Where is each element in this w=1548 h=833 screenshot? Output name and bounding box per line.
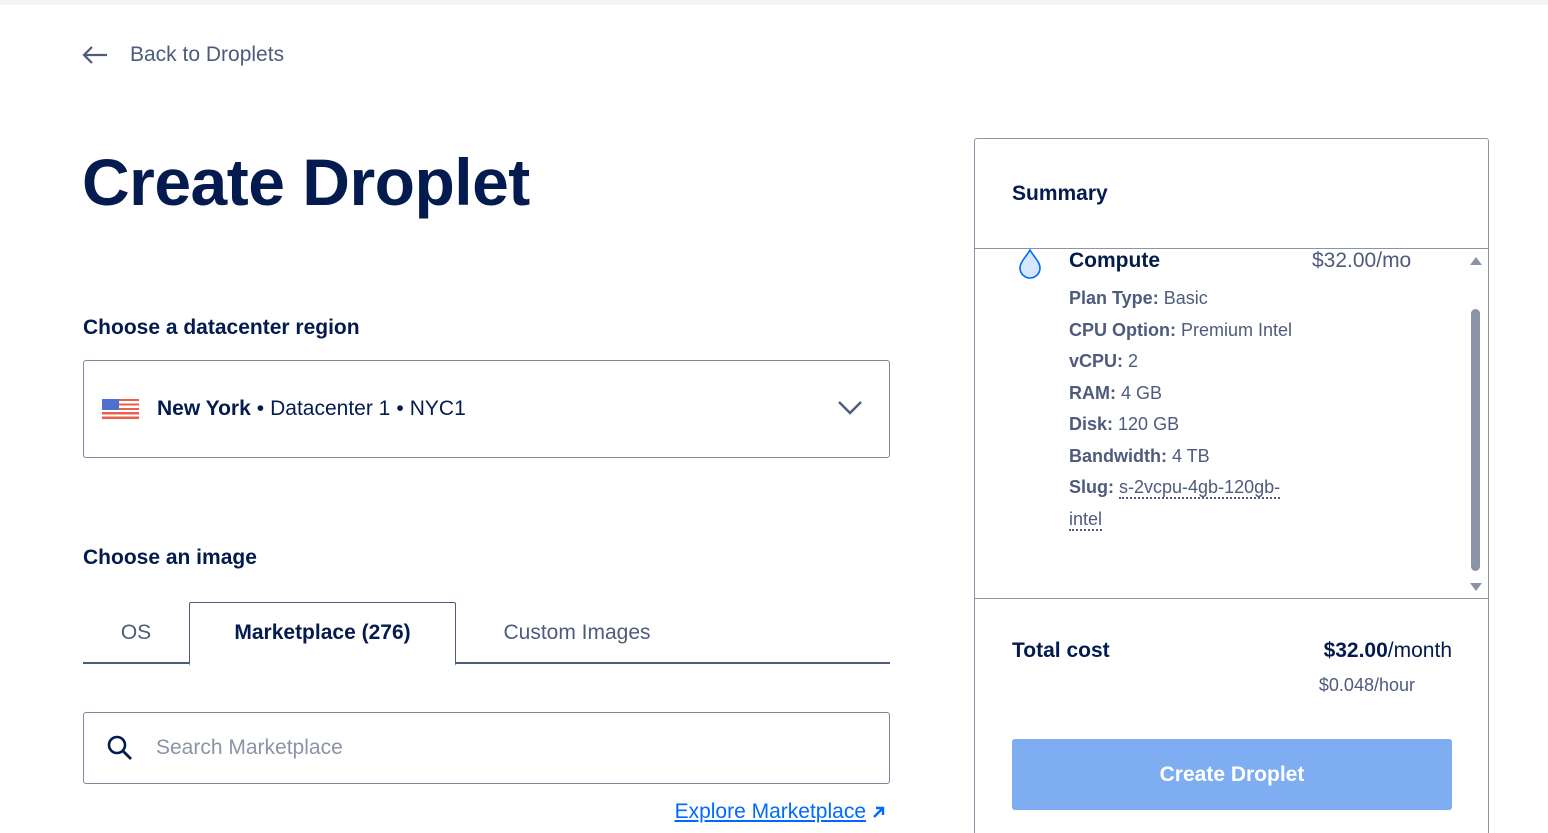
region-code: NYC1 [409, 397, 466, 420]
detail-vcpu: vCPU: 2 [1069, 351, 1139, 371]
tab-marketplace[interactable]: Marketplace (276) [189, 602, 456, 666]
summary-header: Summary [975, 139, 1488, 249]
tab-os[interactable]: OS [83, 602, 189, 664]
top-border [0, 0, 1548, 5]
region-city: New York [157, 397, 251, 420]
create-droplet-button[interactable]: Create Droplet [1012, 739, 1452, 810]
search-marketplace-input[interactable] [156, 736, 856, 760]
tab-custom-images[interactable]: Custom Images [456, 602, 698, 664]
summary-panel: Summary Compute $32.00/mo Plan Type: Bas… [974, 138, 1489, 833]
back-to-droplets-link[interactable]: Back to Droplets [82, 40, 284, 70]
detail-plan-type: Plan Type: Basic [1069, 288, 1208, 308]
detail-disk: Disk: 120 GB [1069, 414, 1180, 434]
arrow-left-icon [82, 46, 107, 64]
scrollbar-thumb[interactable] [1471, 309, 1480, 571]
selected-region: New York • Datacenter 1 • NYC1 [157, 397, 466, 421]
external-arrow-icon [873, 806, 885, 818]
region-section-label: Choose a datacenter region [83, 316, 360, 339]
detail-cpu-option: CPU Option: Premium Intel [1069, 319, 1293, 340]
detail-bandwidth: Bandwidth: 4 TB [1069, 445, 1210, 466]
region-datacenter: Datacenter 1 [270, 397, 391, 420]
region-separator: • [256, 397, 265, 420]
detail-ram: RAM: 4 GB [1069, 382, 1163, 403]
back-label: Back to Droplets [130, 43, 285, 66]
total-monthly-cost: $32.00/month [1323, 639, 1452, 662]
page-title: Create Droplet [82, 145, 530, 219]
detail-slug: Slug: s-2vcpu-4gb-120gb-intel [1069, 477, 1281, 531]
compute-price: $32.00/mo [1312, 249, 1412, 272]
summary-title: Summary [1012, 181, 1108, 205]
chevron-down-icon[interactable] [837, 399, 863, 417]
explore-marketplace-link[interactable]: Explore Marketplace [675, 800, 886, 824]
explore-marketplace-label: Explore Marketplace [674, 800, 866, 823]
marketplace-search [83, 712, 890, 784]
region-dropdown[interactable]: New York • Datacenter 1 • NYC1 [83, 360, 890, 458]
compute-details: Plan Type: Basic CPU Option: Premium Int… [1069, 283, 1299, 535]
image-section-label: Choose an image [83, 546, 257, 569]
summary-details[interactable]: Compute $32.00/mo Plan Type: Basic CPU O… [975, 249, 1488, 599]
region-separator: • [396, 397, 404, 420]
scroll-up-arrow[interactable] [1470, 257, 1482, 265]
droplet-icon [1019, 249, 1041, 279]
total-hourly-cost: $0.048/hour [1318, 675, 1415, 695]
total-cost-label: Total cost [1012, 639, 1110, 662]
search-icon [107, 735, 132, 760]
scroll-down-arrow[interactable] [1470, 583, 1482, 591]
image-tabs: OS Marketplace (276) Custom Images [83, 602, 890, 666]
us-flag-icon [102, 399, 139, 419]
compute-title: Compute [1069, 249, 1160, 272]
